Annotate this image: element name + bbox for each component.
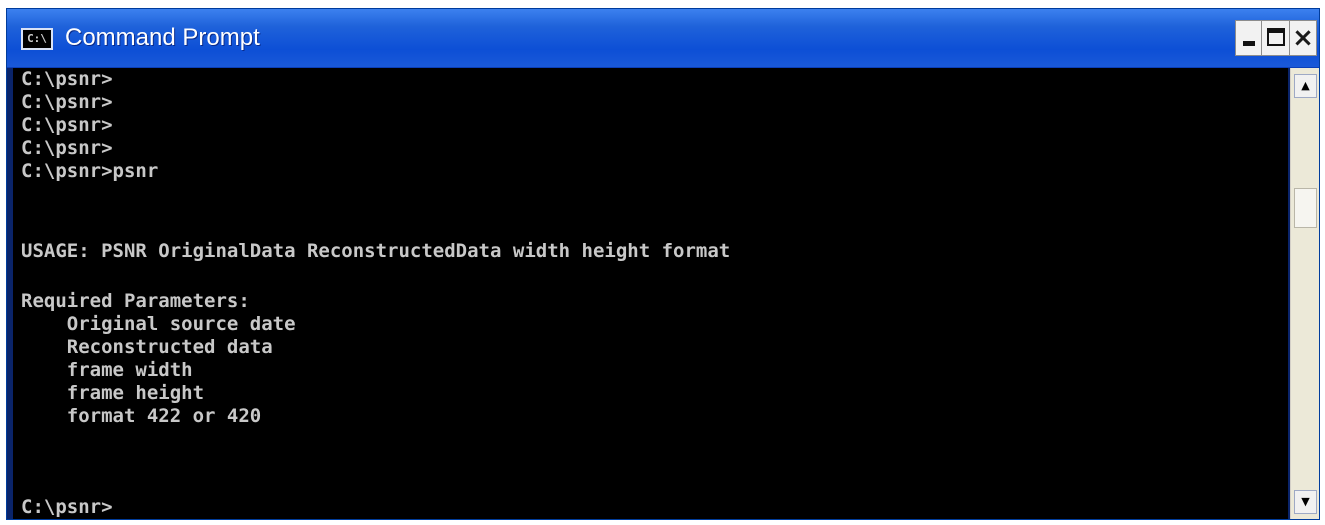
- console-line: Original source date: [21, 313, 296, 335]
- console-line: C:\psnr>psnr: [21, 160, 159, 182]
- console-output[interactable]: C:\psnr> C:\psnr> C:\psnr> C:\psnr> C:\p…: [13, 68, 1288, 519]
- command-prompt-window: C:\ Command Prompt × C:\psnr> C:\psnr> C…: [6, 8, 1320, 520]
- scroll-up-arrow-icon: ▲: [1301, 79, 1310, 92]
- console-line: C:\psnr>: [21, 68, 113, 90]
- maximize-icon: [1267, 28, 1285, 46]
- vertical-scrollbar[interactable]: ▲ ▼: [1290, 68, 1319, 519]
- scroll-up-button[interactable]: ▲: [1294, 74, 1317, 98]
- command-prompt-icon[interactable]: C:\: [21, 28, 53, 50]
- window-title: Command Prompt: [65, 24, 260, 51]
- console-line: C:\psnr>: [21, 91, 113, 113]
- maximize-button[interactable]: [1261, 20, 1291, 56]
- scroll-down-arrow-icon: ▼: [1301, 495, 1310, 508]
- title-bar[interactable]: C:\ Command Prompt ×: [7, 9, 1319, 68]
- console-line: Reconstructed data: [21, 336, 273, 358]
- scroll-down-button[interactable]: ▼: [1294, 490, 1317, 514]
- console-line: frame height: [21, 382, 205, 404]
- console-line: C:\psnr>: [21, 137, 113, 159]
- console-line: Required Parameters:: [21, 290, 250, 312]
- close-icon: ×: [1292, 23, 1314, 53]
- console-line: C:\psnr>: [21, 114, 113, 136]
- console-line: frame width: [21, 359, 193, 381]
- close-button[interactable]: ×: [1289, 20, 1317, 56]
- console-line: format 422 or 420: [21, 405, 262, 427]
- console-prompt-line: C:\psnr>: [21, 496, 113, 518]
- scroll-thumb[interactable]: [1294, 188, 1317, 228]
- console-line: USAGE: PSNR OriginalData ReconstructedDa…: [21, 240, 731, 262]
- minimize-icon: [1243, 41, 1255, 46]
